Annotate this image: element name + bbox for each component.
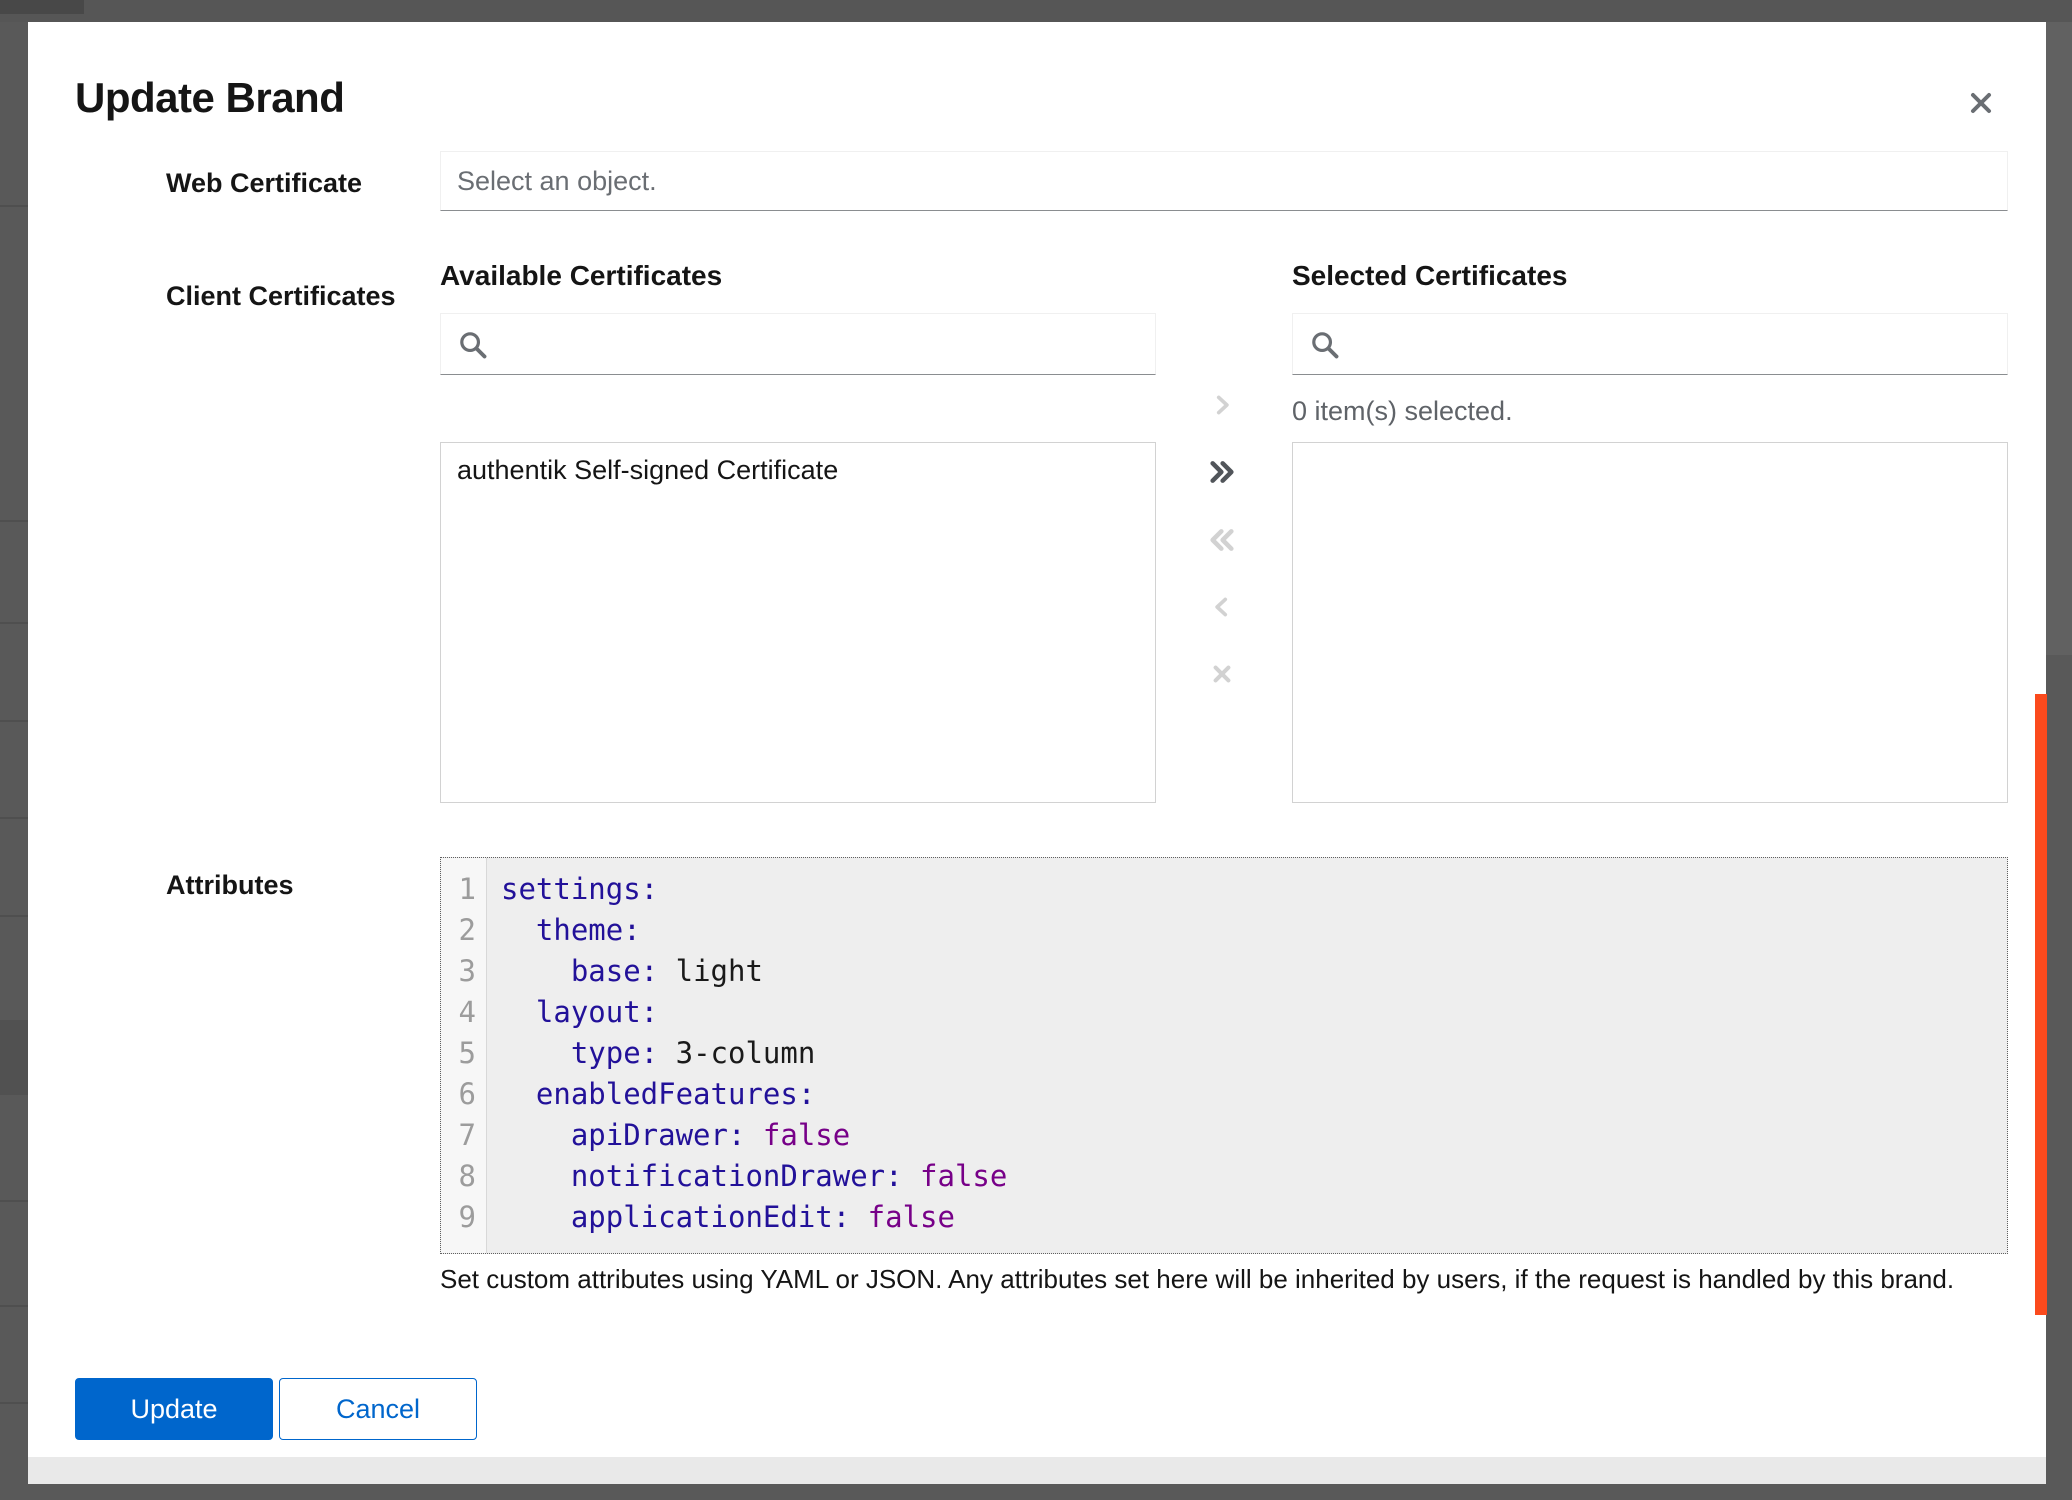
backdrop-row-divider [0,817,28,819]
backdrop-row-divider [0,915,28,917]
backdrop-row-divider [0,720,28,722]
screen: Update Brand Web Certificate Client Cert… [0,0,2072,1500]
backdrop-row-divider [0,520,28,522]
code-line: enabledFeatures: [501,1074,2007,1115]
selected-count-status: 0 item(s) selected. [1292,396,1513,427]
available-certificates-list[interactable]: authentik Self-signed Certificate [440,442,1156,803]
code-line: apiDrawer: false [501,1115,2007,1156]
line-number: 2 [441,910,476,951]
line-number: 4 [441,992,476,1033]
web-certificate-select[interactable] [440,151,2008,211]
angle-double-left-icon [1206,524,1238,556]
angle-right-icon [1209,392,1235,418]
available-certificates-heading: Available Certificates [440,260,722,292]
modal-title: Update Brand [75,74,344,122]
transfer-remove-all-button[interactable] [1198,516,1246,564]
backdrop-row-divider [0,1200,28,1202]
selected-certificates-list[interactable] [1292,442,2008,803]
selected-search-input[interactable] [1293,314,2007,374]
code-line: notificationDrawer: false [501,1156,2007,1197]
code-line: type: 3-column [501,1033,2007,1074]
web-certificate-input[interactable] [441,152,2007,210]
code-line: base: light [501,951,2007,992]
line-number: 9 [441,1197,476,1238]
update-button[interactable]: Update [75,1378,273,1440]
selected-search[interactable] [1292,313,2008,375]
available-search[interactable] [440,313,1156,375]
attributes-code-editor[interactable]: 123456789 settings: theme: base: light l… [440,857,2008,1254]
code-content[interactable]: settings: theme: base: light layout: typ… [487,858,2007,1253]
attributes-help-text: Set custom attributes using YAML or JSON… [440,1264,2010,1295]
transfer-clear-button[interactable] [1198,650,1246,698]
transfer-add-selected-button[interactable] [1198,381,1246,429]
line-number: 6 [441,1074,476,1115]
angle-left-icon [1209,594,1235,620]
line-number: 3 [441,951,476,992]
backdrop-row-divider [0,1305,28,1307]
code-line: applicationEdit: false [501,1197,2007,1238]
close-icon [1965,87,1997,119]
code-line: layout: [501,992,2007,1033]
times-icon [1208,660,1236,688]
backdrop-left-block [0,1020,28,1095]
backdrop-row-divider [0,205,28,207]
backdrop-row-divider [0,1402,28,1404]
backdrop-right-upper [2046,22,2072,655]
backdrop-top-left-block [0,0,84,14]
code-gutter: 123456789 [441,858,487,1253]
line-number: 5 [441,1033,476,1074]
code-line: theme: [501,910,2007,951]
certificate-list-item[interactable]: authentik Self-signed Certificate [441,443,1155,498]
backdrop-row-divider [0,622,28,624]
cancel-button[interactable]: Cancel [279,1378,477,1440]
line-number: 7 [441,1115,476,1156]
web-certificate-label: Web Certificate [166,168,362,199]
available-search-input[interactable] [441,314,1155,374]
client-certificates-label: Client Certificates [166,281,396,312]
update-brand-modal: Update Brand Web Certificate Client Cert… [28,22,2046,1457]
code-line: settings: [501,869,2007,910]
backdrop-bottom-strip [28,1457,2046,1484]
line-number: 1 [441,869,476,910]
search-icon [457,329,489,361]
orange-scroll-indicator[interactable] [2035,694,2047,1315]
angle-double-right-icon [1206,456,1238,488]
close-button[interactable] [1958,80,2004,126]
search-icon [1309,329,1341,361]
attributes-label: Attributes [166,870,294,901]
line-number: 8 [441,1156,476,1197]
transfer-remove-selected-button[interactable] [1198,583,1246,631]
backdrop-top-strip [0,0,2072,22]
transfer-add-all-button[interactable] [1198,448,1246,496]
selected-certificates-heading: Selected Certificates [1292,260,1567,292]
